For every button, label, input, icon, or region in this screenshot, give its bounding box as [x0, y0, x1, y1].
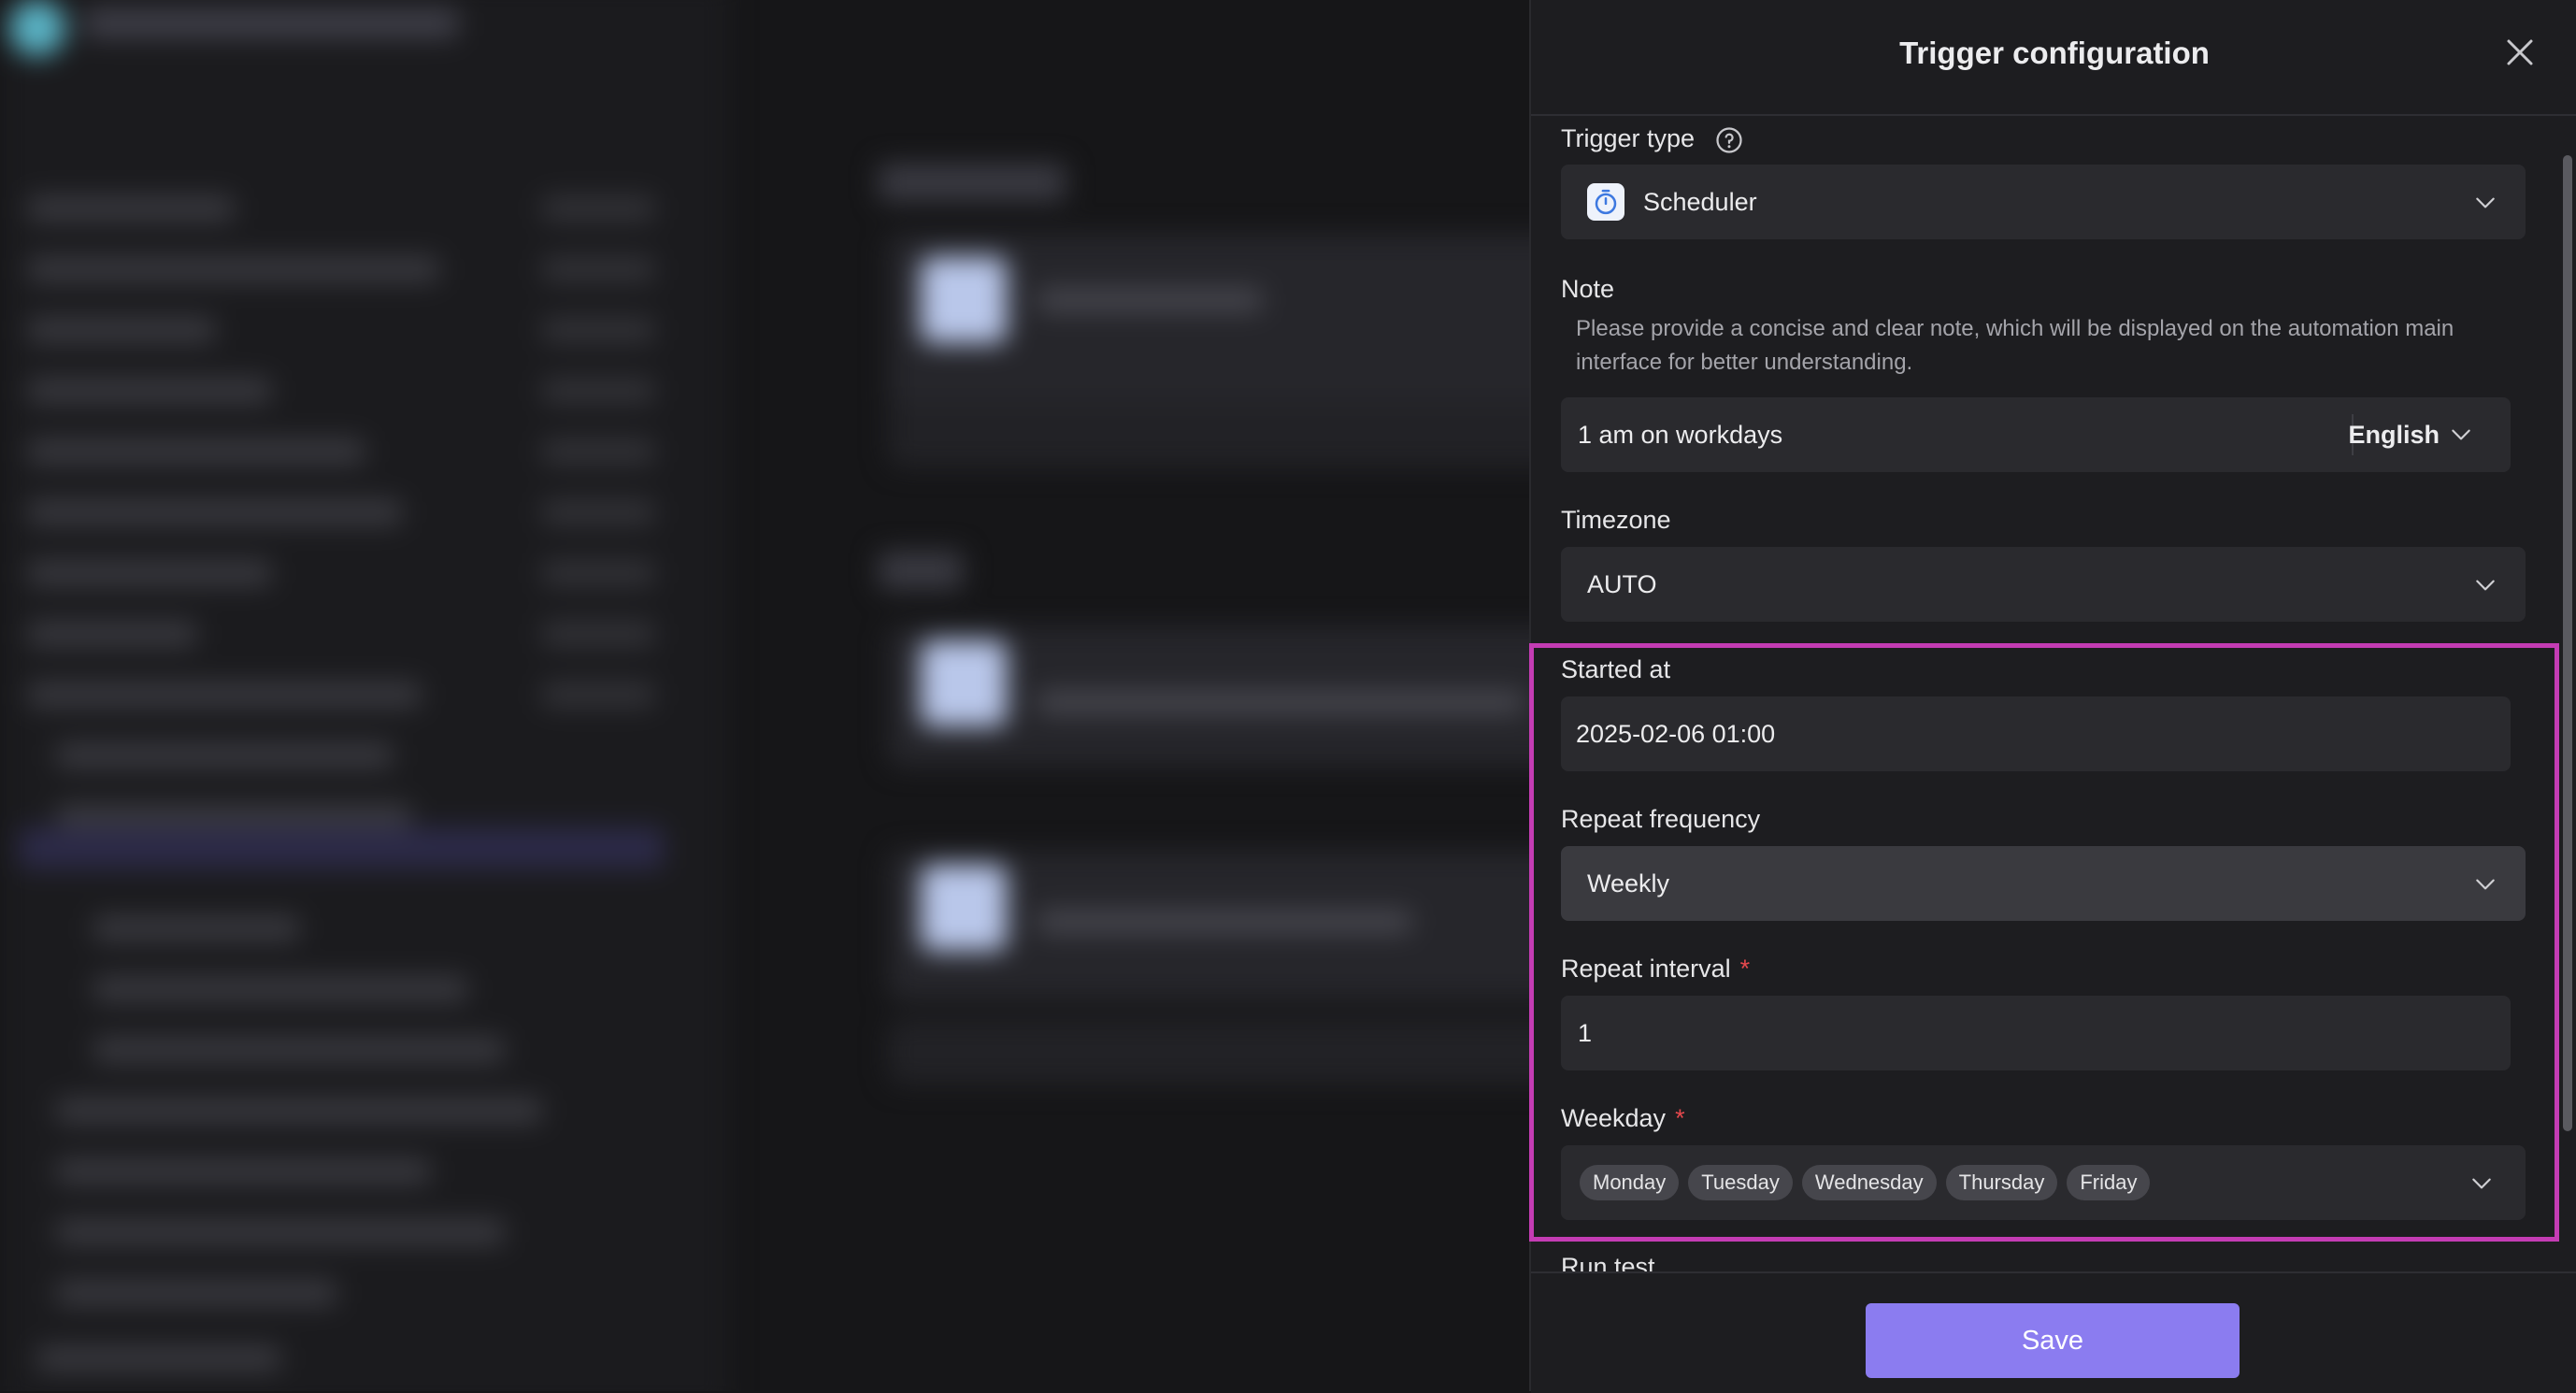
weekday-tag[interactable]: Friday: [2067, 1165, 2151, 1200]
chevron-down-icon: [2452, 429, 2470, 440]
chevron-down-icon: [2476, 580, 2495, 591]
repeat-interval-label: Repeat interval *: [1561, 955, 1751, 983]
save-button[interactable]: Save: [1866, 1303, 2240, 1378]
weekday-multiselect[interactable]: Monday Tuesday Wednesday Thursday Friday: [1561, 1145, 2526, 1220]
panel-footer: Save: [1531, 1271, 2576, 1393]
help-icon[interactable]: [1715, 126, 1743, 154]
trigger-type-label: Trigger type: [1561, 124, 1743, 154]
weekday-tag[interactable]: Wednesday: [1801, 1165, 1937, 1200]
weekday-tag[interactable]: Monday: [1580, 1165, 1680, 1200]
language-select[interactable]: English: [2348, 397, 2473, 472]
trigger-type-value: Scheduler: [1643, 187, 1757, 216]
chevron-down-icon: [2476, 879, 2495, 890]
trigger-configuration-panel: Trigger configuration Trigger type Sched…: [1529, 0, 2576, 1393]
started-at-value: 2025-02-06 01:00: [1576, 719, 1776, 748]
background-app: [0, 0, 1529, 1391]
repeat-interval-value: 1: [1578, 1018, 1593, 1047]
started-at-input[interactable]: 2025-02-06 01:00: [1561, 696, 2511, 771]
timezone-label: Timezone: [1561, 506, 1671, 534]
language-value: English: [2348, 420, 2440, 449]
run-test-label: Run test: [1561, 1253, 1655, 1273]
repeat-interval-input[interactable]: 1: [1561, 996, 2511, 1070]
weekday-tag[interactable]: Thursday: [1945, 1165, 2058, 1200]
scheduler-icon: [1587, 183, 1624, 221]
chevron-down-icon: [2472, 1178, 2491, 1189]
repeat-frequency-label: Repeat frequency: [1561, 805, 1761, 833]
background-avatar: [9, 0, 65, 56]
panel-title: Trigger configuration: [1899, 36, 2210, 70]
note-label: Note: [1561, 275, 1615, 303]
weekday-tags: Monday Tuesday Wednesday Thursday Friday: [1580, 1165, 2151, 1200]
repeat-frequency-value: Weekly: [1587, 869, 1670, 898]
note-description: Please provide a concise and clear note,…: [1576, 316, 2454, 375]
started-at-label: Started at: [1561, 655, 1671, 683]
panel-header: Trigger configuration: [1531, 0, 2576, 116]
trigger-type-select[interactable]: Scheduler: [1561, 165, 2526, 239]
chevron-down-icon: [2476, 197, 2495, 208]
required-mark: *: [1739, 955, 1751, 983]
note-input[interactable]: 1 am on workdays English: [1561, 397, 2511, 472]
background-title: [84, 9, 458, 37]
close-icon[interactable]: [2503, 36, 2537, 69]
note-value: 1 am on workdays: [1578, 420, 1783, 449]
scrollbar[interactable]: [2563, 155, 2572, 1131]
required-mark: *: [1675, 1104, 1685, 1132]
weekday-tag[interactable]: Tuesday: [1688, 1165, 1793, 1200]
repeat-frequency-select[interactable]: Weekly: [1561, 846, 2526, 921]
timezone-value: AUTO: [1587, 569, 1657, 598]
weekday-label: Weekday *: [1561, 1104, 1685, 1132]
timezone-select[interactable]: AUTO: [1561, 547, 2526, 622]
